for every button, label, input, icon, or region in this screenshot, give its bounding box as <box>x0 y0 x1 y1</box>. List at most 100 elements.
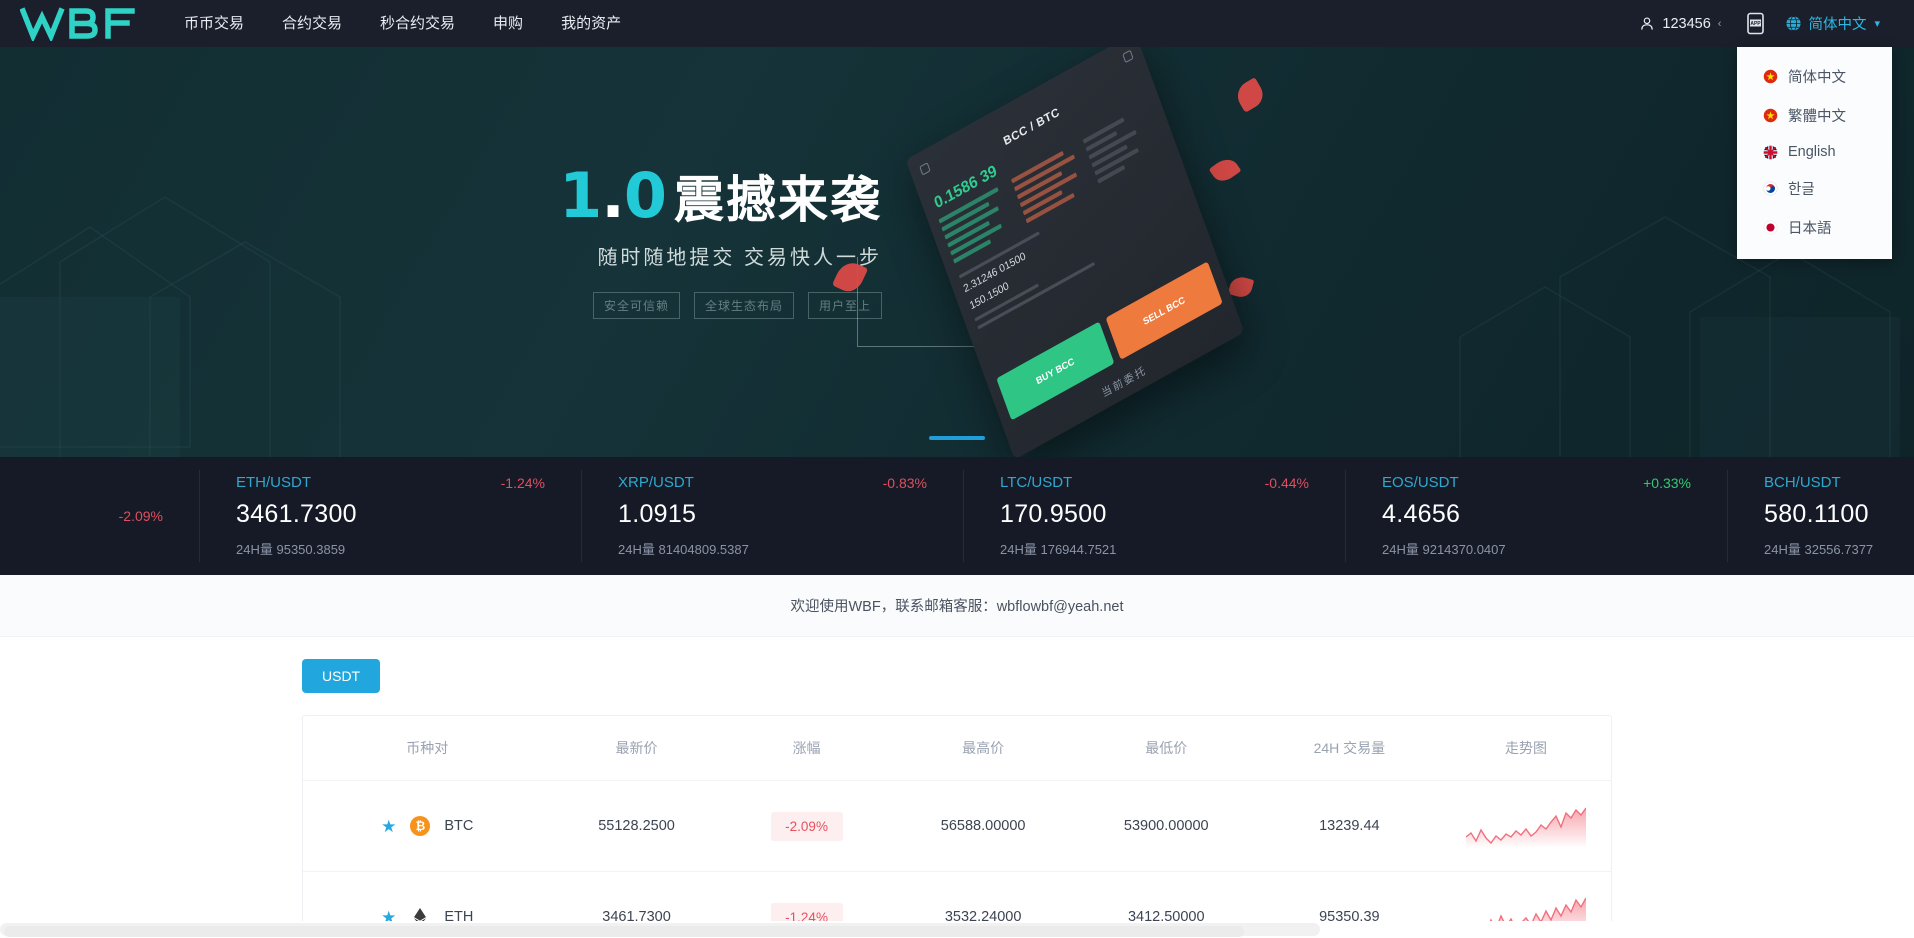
nav-right-section: 123456 ‹ APP 简体中文 ▾ 简体中文 繁體中文 English 한글… <box>1625 0 1892 259</box>
language-dropdown-menu: 简体中文 繁體中文 English 한글 日本語 <box>1737 47 1892 259</box>
col-pair: 币种对 <box>406 740 449 756</box>
wbf-logo[interactable] <box>16 0 141 47</box>
language-option-japanese[interactable]: 日本語 <box>1737 208 1892 247</box>
language-option-english[interactable]: English <box>1737 135 1892 169</box>
korea-flag-icon <box>1763 181 1778 196</box>
hero-headline-text: 震撼来袭 <box>674 172 882 229</box>
language-option-traditional-chinese[interactable]: 繁體中文 <box>1737 96 1892 135</box>
ticker-item[interactable]: XRP/USDT -0.83% 1.0915 24H量 81404809.538… <box>582 470 964 562</box>
hero-tag-global: 全球生态布局 <box>693 292 794 320</box>
ticker-head: XRP/USDT -0.83% <box>618 474 927 491</box>
announcement-bar: 欢迎使用WBF，联系邮箱客服：wbflowbf@yeah.net <box>0 575 1914 637</box>
language-option-label: 繁體中文 <box>1788 109 1846 125</box>
nav-link-second-contract[interactable]: 秒合约交易 <box>361 0 474 47</box>
hero-content: 1.0 震撼来袭 随时随地提交 交易快人一步 安全可信赖 全球生态布局 用户至上 <box>0 47 1914 457</box>
language-selector[interactable]: 简体中文 ▾ 简体中文 繁體中文 English 한글 日本語 <box>1737 0 1892 259</box>
ticker-pair: BCH/USDT <box>1764 474 1841 491</box>
language-option-label: 日本語 <box>1788 221 1832 237</box>
globe-icon <box>1786 16 1802 31</box>
market-table-head: 币种对 最新价 涨幅 最高价 最低价 24H 交易量 走势图 <box>303 716 1611 781</box>
hero-phone-illustration: BCC / BTC 0.1586 39 2.31246 01500 150.15… <box>831 47 1332 457</box>
cell-sparkline <box>1440 780 1611 872</box>
ticker-change: +0.33% <box>1643 474 1691 491</box>
ticker-item[interactable]: BCH/USDT 580.1100 24H量 32556.7377 <box>1728 470 1914 562</box>
favorite-star-icon[interactable]: ★ <box>381 818 396 835</box>
ticker-price: 4.4656 <box>1382 500 1461 528</box>
ticker-item[interactable]: EOS/USDT +0.33% 4.4656 24H量 9214370.0407 <box>1346 470 1728 562</box>
market-tab-list: USDT <box>302 659 1612 693</box>
ticker-change: -1.24% <box>500 474 545 491</box>
ticker-price: 1.0915 <box>618 500 697 528</box>
nav-link-contract-trading[interactable]: 合约交易 <box>263 0 361 47</box>
hero-tag-secure: 安全可信赖 <box>592 292 680 320</box>
ticker-volume: 24H量 32556.7377 <box>1764 542 1874 557</box>
china-flag-icon <box>1763 108 1778 123</box>
language-option-korean[interactable]: 한글 <box>1737 169 1892 208</box>
market-section: USDT 币种对 最新价 涨幅 最高价 最低价 24H 交易量 走势图 ★ ₿ … <box>0 637 1914 938</box>
japan-flag-icon <box>1763 220 1778 235</box>
col-volume-24h: 24H 交易量 <box>1313 740 1386 756</box>
phone-mockup: BCC / BTC 0.1586 39 2.31246 01500 150.15… <box>905 47 1245 457</box>
table-row[interactable]: ★ ₿ BTC 55128.2500 -2.09% 56588.00000 53… <box>303 780 1611 872</box>
ticker-item[interactable]: ETH/USDT -1.24% 3461.7300 24H量 95350.385… <box>200 470 582 562</box>
market-table: 币种对 最新价 涨幅 最高价 最低价 24H 交易量 走势图 ★ ₿ BTC 5… <box>303 716 1611 938</box>
col-trend-chart: 走势图 <box>1504 740 1547 756</box>
col-last-price: 最新价 <box>615 740 658 756</box>
col-low: 最低价 <box>1145 740 1188 756</box>
main-nav-links: 币币交易 合约交易 秒合约交易 申购 我的资产 <box>165 0 640 47</box>
ticker-volume: 24H量 176944.7521 <box>1000 542 1117 557</box>
bitcoin-icon: ₿ <box>410 816 431 836</box>
china-flag-icon <box>1763 69 1778 84</box>
ticker-item[interactable]: LTC/USDT -0.44% 170.9500 24H量 176944.752… <box>964 470 1346 562</box>
chevron-down-icon: ▾ <box>1874 18 1880 30</box>
user-icon <box>1641 16 1654 30</box>
nav-link-spot-trading[interactable]: 币币交易 <box>165 0 263 47</box>
carousel-indicator[interactable] <box>929 436 985 440</box>
nav-link-subscription[interactable]: 申购 <box>474 0 542 47</box>
tab-usdt[interactable]: USDT <box>302 659 381 693</box>
ticker-price: 580.1100 <box>1764 500 1869 528</box>
phone-buy-button: BUY BCC <box>996 321 1114 421</box>
cell-low: 53900.00000 <box>1074 780 1258 872</box>
phone-sell-button: SELL BCC <box>1105 261 1223 361</box>
chevron-left-icon: ‹ <box>1717 17 1722 30</box>
nav-link-my-assets[interactable]: 我的资产 <box>542 0 640 47</box>
language-option-simplified-chinese[interactable]: 简体中文 <box>1737 57 1892 96</box>
language-current-label: 简体中文 <box>1808 17 1867 33</box>
scrollbar-thumb[interactable] <box>4 926 1244 937</box>
ticker-pair: XRP/USDT <box>618 474 694 491</box>
table-header-row: 币种对 最新价 涨幅 最高价 最低价 24H 交易量 走势图 <box>303 716 1611 781</box>
announcement-text: 欢迎使用WBF，联系邮箱客服：wbflowbf@yeah.net <box>790 599 1124 615</box>
hero-copy-block: 1.0 震撼来袭 随时随地提交 交易快人一步 安全可信赖 全球生态布局 用户至上 <box>559 164 882 320</box>
market-table-body: ★ ₿ BTC 55128.2500 -2.09% 56588.00000 53… <box>303 780 1611 938</box>
language-option-label: 한글 <box>1788 182 1815 198</box>
app-download-icon[interactable]: APP <box>1735 0 1775 47</box>
horizontal-scrollbar[interactable] <box>0 921 1914 938</box>
cell-last-price: 55128.2500 <box>551 780 722 872</box>
svg-text:APP: APP <box>1750 21 1761 27</box>
petal-decoration <box>1232 77 1268 113</box>
sparkline-chart <box>1465 807 1586 848</box>
ticker-change: -2.09% <box>118 508 163 524</box>
ticker-price: 170.9500 <box>1000 500 1107 528</box>
ticker-head: ETH/USDT -1.24% <box>236 474 545 491</box>
user-account-menu[interactable]: 123456 ‹ <box>1625 0 1735 47</box>
market-ticker-bar: -2.09% ETH/USDT -1.24% 3461.7300 24H量 95… <box>0 457 1914 575</box>
change-badge: -2.09% <box>770 811 843 841</box>
wbf-logo-mark <box>19 6 135 41</box>
username-label: 123456 <box>1662 15 1711 32</box>
market-table-card: 币种对 最新价 涨幅 最高价 最低价 24H 交易量 走势图 ★ ₿ BTC 5… <box>302 715 1612 938</box>
scrollbar-track[interactable] <box>0 923 1320 937</box>
petal-decoration <box>1208 154 1242 186</box>
top-navbar: 币币交易 合约交易 秒合约交易 申购 我的资产 123456 ‹ APP 简体中… <box>0 0 1914 259</box>
ticker-pair: EOS/USDT <box>1382 474 1459 491</box>
ticker-head: EOS/USDT +0.33% <box>1382 474 1691 491</box>
col-high: 最高价 <box>962 740 1005 756</box>
ticker-item[interactable]: -2.09% <box>0 470 200 562</box>
mobile-app-icon: APP <box>1747 12 1764 35</box>
hero-version-number: 1.0 <box>559 158 667 232</box>
ticker-price: 3461.7300 <box>236 500 357 528</box>
language-option-label: 简体中文 <box>1788 70 1846 86</box>
ticker-head: BCH/USDT <box>1764 474 1914 491</box>
cell-volume: 13239.44 <box>1257 780 1441 872</box>
